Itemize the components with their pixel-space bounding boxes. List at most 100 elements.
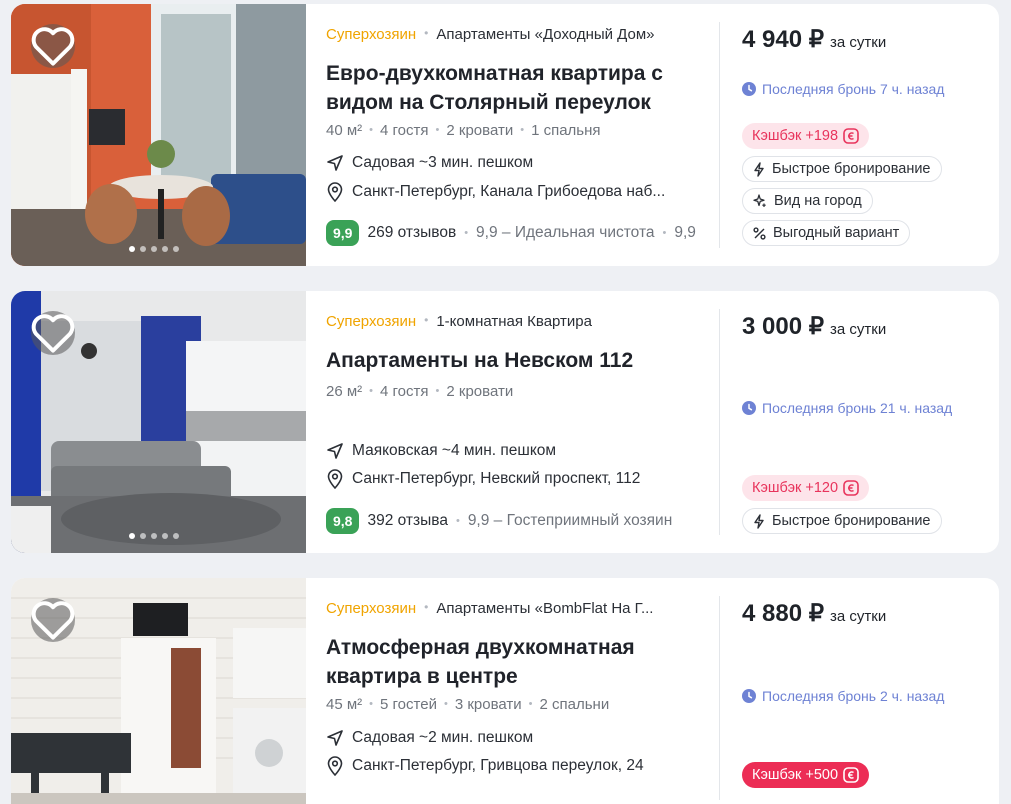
clock-icon <box>742 401 756 415</box>
price-column: 4 880 ₽ за сутки Последняя бронь 2 ч. наз… <box>742 578 992 804</box>
spec-guests: 4 гостя <box>380 383 429 400</box>
address-row: Санкт-Петербург, Невский проспект, 112 <box>326 469 697 489</box>
feature-rating: 9,9 – Гостеприимный хозяин <box>467 512 673 529</box>
last-booking-text: Последняя бронь 21 ч. назад <box>762 400 953 416</box>
tag-good-deal: Выгодный вариант <box>742 220 911 246</box>
metro-text: Маяковская ~4 мин. пешком <box>352 442 557 459</box>
address-row: Санкт-Петербург, Гривцова переулок, 24 <box>326 756 697 776</box>
metro-row: Садовая ~2 мин. пешком <box>326 729 533 747</box>
rating-score: 9,8 <box>326 508 360 534</box>
cashback-text: Кэшбэк +500 <box>752 767 839 783</box>
metro-text: Садовая ~3 мин. пешком <box>352 154 534 171</box>
price-period: за сутки <box>830 321 887 338</box>
metro-row: Садовая ~3 мин. пешком <box>326 154 533 172</box>
last-booking: Последняя бронь 21 ч. назад <box>742 400 952 416</box>
listing-info: Суперхозяин • 1-комнатная Квартира Апартам… <box>326 291 718 553</box>
divider <box>719 596 720 800</box>
spec-guests: 5 гостей <box>380 696 437 713</box>
property-type: Апартаменты «BombFlat На Г... <box>436 600 654 617</box>
cashback-coin-icon <box>843 767 859 783</box>
listing-title[interactable]: Апартаменты на Невском 112 <box>326 346 706 375</box>
cashback-text: Кэшбэк +198 <box>752 128 839 144</box>
spec-beds: 2 кровати <box>446 383 514 400</box>
navigation-arrow-icon <box>327 730 343 746</box>
metro-text: Садовая ~2 мин. пешком <box>352 729 534 746</box>
location-pin-icon <box>327 182 343 202</box>
last-booking-text: Последняя бронь 7 ч. назад <box>762 81 945 97</box>
rating-row[interactable]: 9,9 269 отзывов • 9,9 – Идеальная чистот… <box>326 220 716 246</box>
listing-info: Суперхозяин • Апартаменты «BombFlat На Г..… <box>326 578 718 804</box>
cashback-coin-icon <box>843 480 859 496</box>
tag-city-view: Вид на город <box>742 188 873 214</box>
clock-icon <box>742 82 756 96</box>
last-booking: Последняя бронь 7 ч. назад <box>742 81 944 97</box>
listing-photo[interactable] <box>11 291 306 553</box>
location-pin-icon <box>327 469 343 489</box>
listing-photo[interactable] <box>11 578 306 804</box>
tag-label: Быстрое бронирование <box>772 161 931 177</box>
tag-label: Выгодный вариант <box>773 225 900 241</box>
favorite-button[interactable] <box>31 311 75 355</box>
listing-photo[interactable] <box>11 4 306 266</box>
heart-icon <box>31 601 75 640</box>
feature-rating: 9,9 – Идеальная чистота <box>476 224 655 241</box>
spec-area: 40 м² <box>326 122 363 139</box>
listing-header-line: Суперхозяин • Апартаменты «BombFlat На Г..… <box>326 600 654 617</box>
listing-title[interactable]: Евро-двухкомнатная квартира с видом на С… <box>326 59 706 117</box>
price: 4 940 ₽ за сутки <box>742 25 886 54</box>
price-period: за сутки <box>830 34 887 51</box>
price-column: 4 940 ₽ за сутки Последняя бронь 7 ч. наз… <box>742 4 992 266</box>
listing-card[interactable]: Суперхозяин • 1-комнатная Квартира Апартам… <box>11 291 999 553</box>
listing-card[interactable]: Суперхозяин • Апартаменты «BombFlat На Г..… <box>11 578 999 804</box>
heart-icon <box>31 314 75 353</box>
cashback-coin-icon <box>843 128 859 144</box>
favorite-button[interactable] <box>31 24 75 68</box>
listing-info: Суперхозяин • Апартаменты «Доходный Дом» Е… <box>326 4 718 266</box>
rating-score: 9,9 <box>326 220 360 246</box>
metro-row: Маяковская ~4 мин. пешком <box>326 442 556 460</box>
price: 4 880 ₽ за сутки <box>742 599 886 628</box>
listing-header-line: Суперхозяин • 1-комнатная Квартира <box>326 313 592 330</box>
divider <box>719 22 720 248</box>
address-row: Санкт-Петербург, Канала Грибоедова наб..… <box>326 182 697 202</box>
divider <box>719 309 720 535</box>
spec-beds: 2 кровати <box>446 122 514 139</box>
reviews-count[interactable]: 269 отзывов <box>367 224 456 242</box>
tag-label: Быстрое бронирование <box>772 513 931 529</box>
listing-card[interactable]: Суперхозяин • Апартаменты «Доходный Дом» Е… <box>11 4 999 266</box>
photo-carousel-dots[interactable] <box>129 246 179 252</box>
photo-carousel-dots[interactable] <box>129 533 179 539</box>
listing-title[interactable]: Атмосферная двухкомнатная квартира в цен… <box>326 633 706 691</box>
price-amount: 4 940 ₽ <box>742 26 824 53</box>
tag-instant-booking: Быстрое бронирование <box>742 508 942 534</box>
cashback-text: Кэшбэк +120 <box>752 480 839 496</box>
property-type: 1-комнатная Квартира <box>436 313 592 330</box>
lightning-icon <box>754 513 764 529</box>
price-amount: 4 880 ₽ <box>742 600 824 627</box>
address-text: Санкт-Петербург, Невский проспект, 112 <box>352 470 641 487</box>
listing-header-line: Суперхозяин • Апартаменты «Доходный Дом» <box>326 26 655 43</box>
reviews-count[interactable]: 392 отзыва <box>367 512 447 530</box>
tag-label: Вид на город <box>774 193 862 209</box>
cashback-badge: Кэшбэк +198 <box>742 123 870 149</box>
favorite-button[interactable] <box>31 598 75 642</box>
last-booking-text: Последняя бронь 2 ч. назад <box>762 688 945 704</box>
spec-guests: 4 гостя <box>380 122 429 139</box>
listing-specs: 45 м² • 5 гостей • 3 кровати • 2 спальни <box>326 696 610 713</box>
last-booking: Последняя бронь 2 ч. назад <box>742 688 944 704</box>
spec-area: 26 м² <box>326 383 363 400</box>
location-pin-icon <box>327 756 343 776</box>
spec-bedrooms: 2 спальни <box>539 696 610 713</box>
feature-rating-truncated: 9,9 <box>674 224 696 241</box>
clock-icon <box>742 689 756 703</box>
lightning-icon <box>754 161 764 177</box>
spec-beds: 3 кровати <box>454 696 522 713</box>
property-type: Апартаменты «Доходный Дом» <box>436 26 655 43</box>
sparkle-icon <box>753 194 766 207</box>
address-text: Санкт-Петербург, Канала Грибоедова наб..… <box>352 183 666 200</box>
rating-row[interactable]: 9,8 392 отзыва • 9,9 – Гостеприимный хоз… <box>326 508 716 534</box>
superhost-badge: Суперхозяин <box>326 26 417 43</box>
cashback-badge: Кэшбэк +120 <box>742 475 870 501</box>
heart-icon <box>31 27 75 66</box>
superhost-badge: Суперхозяин <box>326 600 417 617</box>
